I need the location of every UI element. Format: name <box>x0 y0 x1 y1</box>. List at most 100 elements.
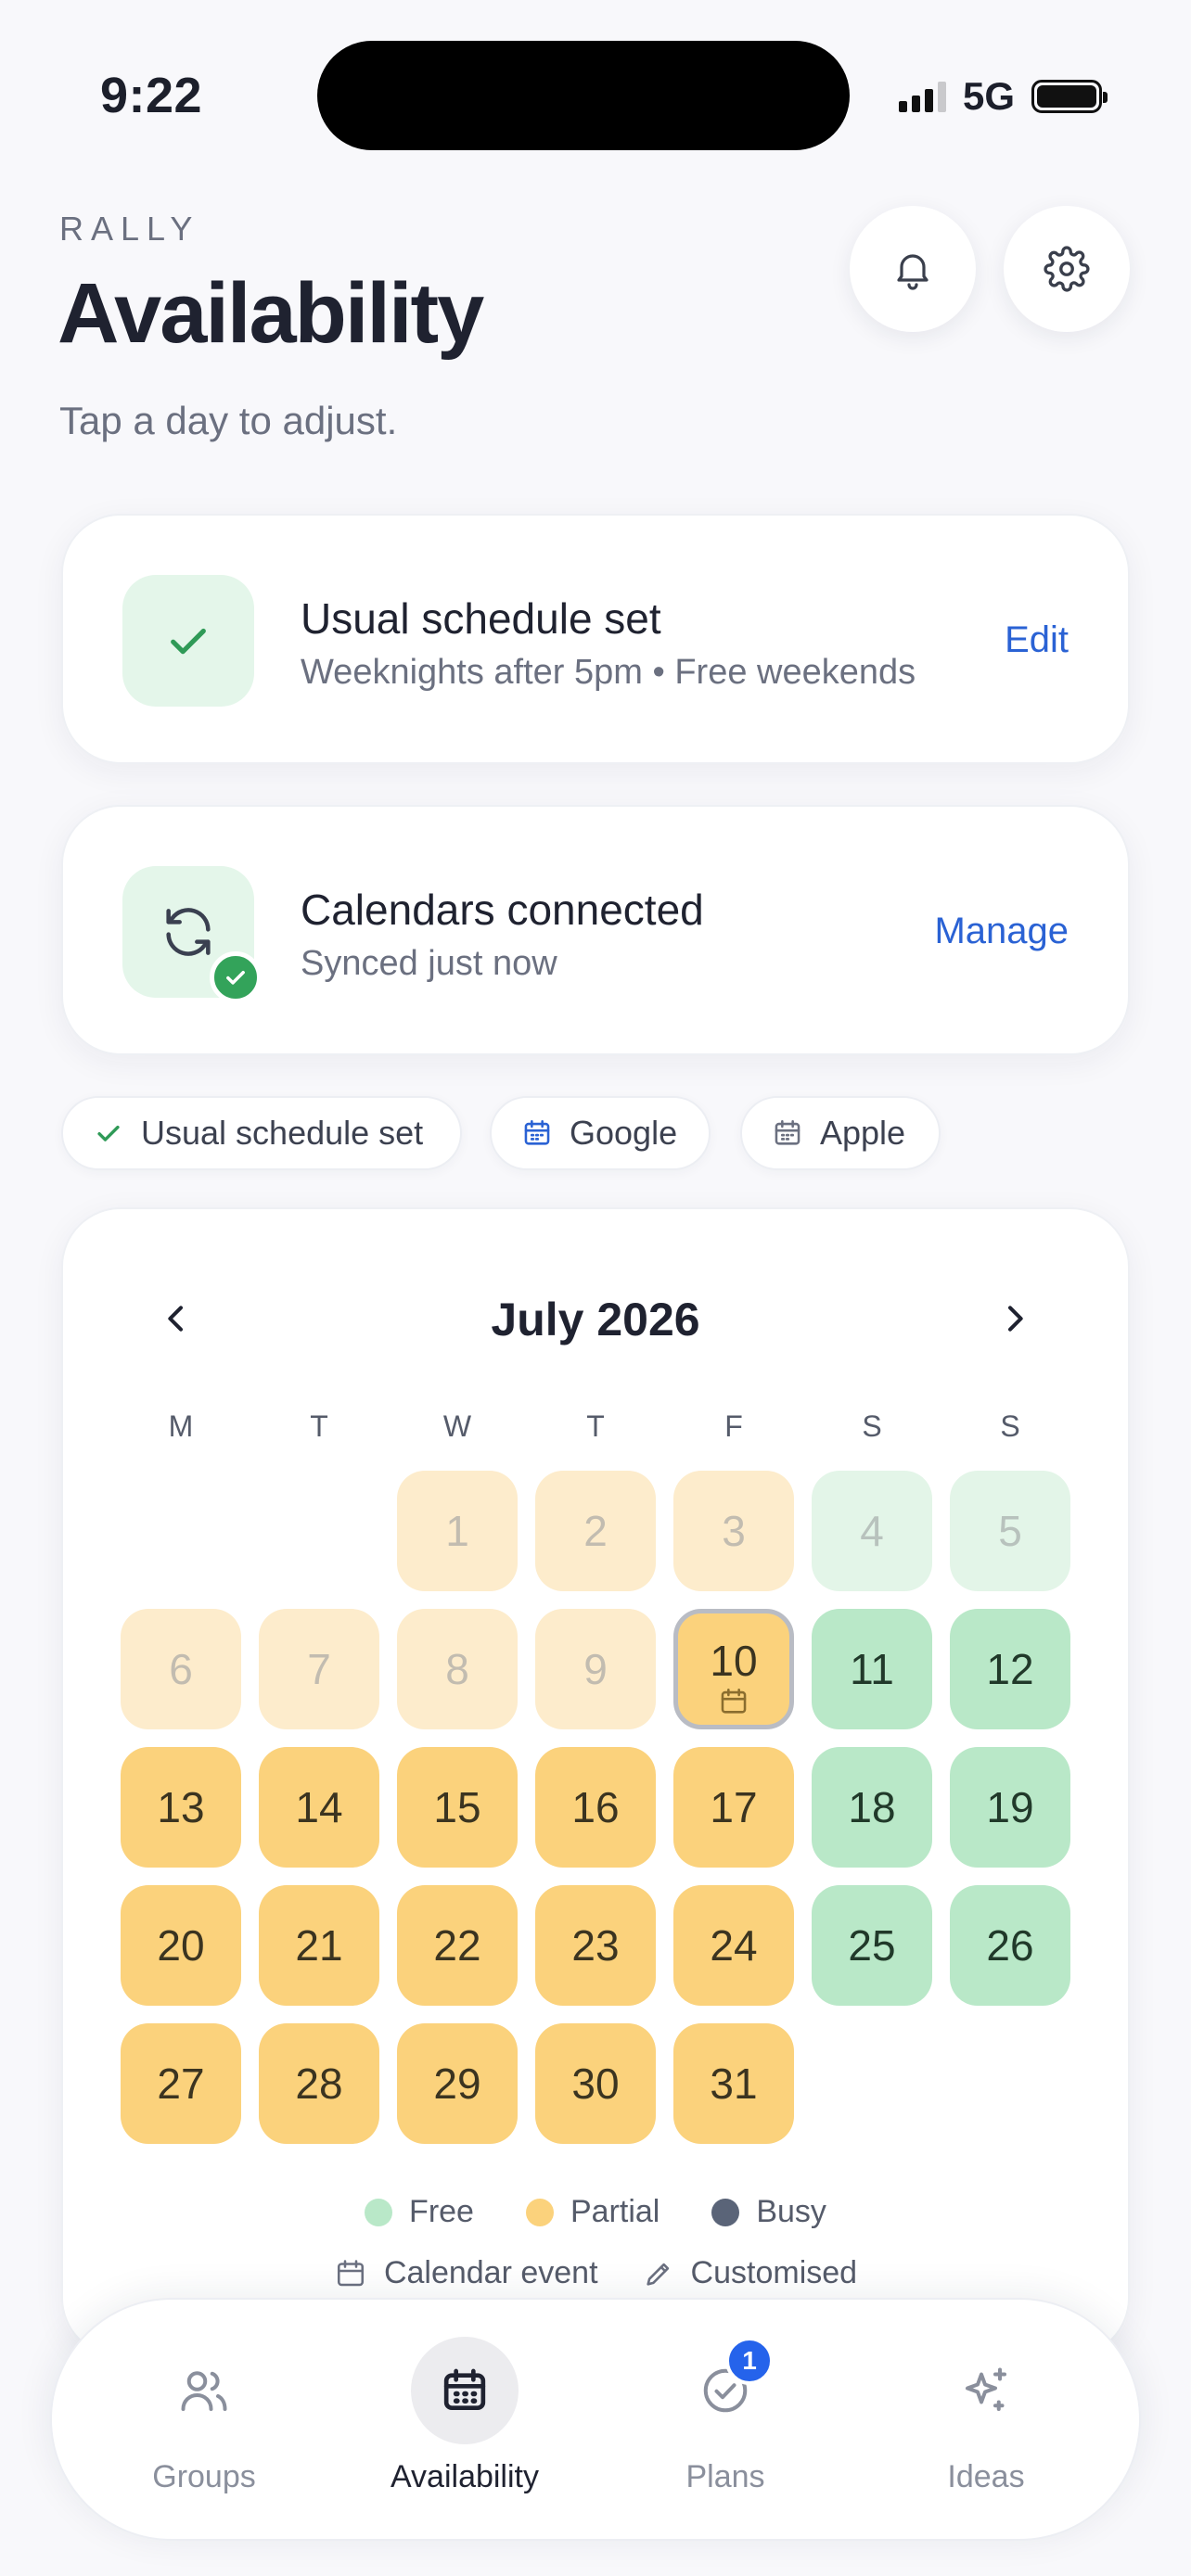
tab-availability[interactable]: Availability <box>353 2337 576 2495</box>
day-cell[interactable]: 5 <box>950 1471 1070 1591</box>
day-cell-today[interactable]: 10 <box>673 1609 794 1729</box>
day-cell[interactable]: 3 <box>673 1471 794 1591</box>
notifications-button[interactable] <box>850 206 976 332</box>
legend-customised: Customised <box>643 2255 858 2291</box>
day-cell[interactable]: 21 <box>259 1885 379 2006</box>
day-number: 31 <box>710 2060 758 2108</box>
chip-label: Usual schedule set <box>141 1114 424 1152</box>
day-number: 29 <box>433 2060 481 2108</box>
manage-calendars-link[interactable]: Manage <box>934 911 1069 952</box>
plans-badge: 1 <box>725 2337 774 2385</box>
legend-label: Partial <box>570 2194 660 2229</box>
legend-label: Free <box>409 2194 474 2229</box>
day-cell[interactable]: 13 <box>121 1747 241 1868</box>
settings-button[interactable] <box>1004 206 1130 332</box>
day-cell[interactable]: 14 <box>259 1747 379 1868</box>
day-cell[interactable]: 17 <box>673 1747 794 1868</box>
check-icon <box>226 971 245 985</box>
day-cell[interactable]: 6 <box>121 1609 241 1729</box>
day-cell[interactable]: 24 <box>673 1885 794 2006</box>
day-cell[interactable]: 16 <box>535 1747 656 1868</box>
weekday-label: T <box>310 1409 328 1443</box>
network-label: 5G <box>962 74 1015 118</box>
day-cell[interactable]: 31 <box>673 2023 794 2144</box>
day-cell[interactable]: 29 <box>397 2023 518 2144</box>
day-cell[interactable]: 20 <box>121 1885 241 2006</box>
day-cell[interactable]: 15 <box>397 1747 518 1868</box>
day-cell[interactable]: 2 <box>535 1471 656 1591</box>
calendar-icon <box>443 2368 486 2410</box>
marker-legend: Calendar event Customised <box>0 2255 1191 2291</box>
calendars-connected-card: Calendars connected Synced just now Mana… <box>61 805 1130 1055</box>
day-cell[interactable]: 30 <box>535 2023 656 2144</box>
chip-google[interactable]: Google <box>490 1096 711 1170</box>
calendar-event-icon <box>721 1688 747 1714</box>
weekday-label: M <box>168 1409 194 1443</box>
edit-schedule-link[interactable]: Edit <box>1005 619 1069 661</box>
calendar-icon <box>524 1119 550 1145</box>
legend-label: Customised <box>690 2255 858 2290</box>
page-title: Availability <box>58 266 484 361</box>
day-cell[interactable]: 23 <box>535 1885 656 2006</box>
day-cell[interactable]: 7 <box>259 1609 379 1729</box>
day-number: 17 <box>710 1783 758 1831</box>
day-number: 19 <box>986 1783 1034 1831</box>
day-cell[interactable]: 19 <box>950 1747 1070 1868</box>
day-number: 16 <box>571 1783 620 1831</box>
day-number: 28 <box>295 2060 343 2108</box>
day-number: 14 <box>295 1783 343 1831</box>
usual-schedule-card: Usual schedule set Weeknights after 5pm … <box>61 514 1130 764</box>
chip-label: Google <box>570 1114 678 1152</box>
day-number: 23 <box>571 1921 620 1970</box>
day-cell[interactable]: 4 <box>812 1471 932 1591</box>
day-number: 21 <box>295 1921 343 1970</box>
calendars-card-title: Calendars connected <box>301 886 704 934</box>
free-dot <box>365 2198 393 2226</box>
day-cell[interactable]: 26 <box>950 1885 1070 2006</box>
day-number: 3 <box>722 1507 746 1555</box>
day-number: 1 <box>445 1507 469 1555</box>
empty-day-cell <box>259 1471 379 1591</box>
chevron-right-icon <box>1008 1306 1023 1332</box>
check-icon <box>171 628 206 655</box>
day-cell[interactable]: 12 <box>950 1609 1070 1729</box>
day-number: 15 <box>433 1783 481 1831</box>
day-number: 26 <box>986 1921 1034 1970</box>
legend-calendar-event: Calendar event <box>334 2255 598 2291</box>
day-number: 2 <box>583 1507 608 1555</box>
calendar-days-grid: 1 2 3 4 5 6 7 8 9 10 11 12 13 14 15 16 17 18 19 20 21 22 23 24 2… <box>121 1471 1070 2144</box>
day-cell[interactable]: 11 <box>812 1609 932 1729</box>
day-number: 7 <box>307 1645 331 1693</box>
chip-usual-schedule[interactable]: Usual schedule set <box>61 1096 462 1170</box>
pencil-icon <box>646 2263 669 2286</box>
day-cell[interactable]: 25 <box>812 1885 932 2006</box>
next-month-button[interactable] <box>987 1291 1043 1346</box>
day-cell[interactable]: 9 <box>535 1609 656 1729</box>
weekday-label: W <box>442 1409 472 1443</box>
legend-label: Calendar event <box>383 2255 598 2290</box>
day-cell[interactable]: 22 <box>397 1885 518 2006</box>
day-number: 27 <box>157 2060 205 2108</box>
tab-icon-wrap <box>150 2337 258 2444</box>
weekday-label: F <box>724 1409 743 1443</box>
chip-apple[interactable]: Apple <box>740 1096 941 1170</box>
day-cell[interactable]: 28 <box>259 2023 379 2144</box>
legend-free: Free <box>365 2194 474 2230</box>
tab-ideas[interactable]: Ideas <box>875 2337 1097 2495</box>
day-number: 5 <box>998 1507 1022 1555</box>
day-number: 20 <box>157 1921 205 1970</box>
bell-icon <box>897 254 928 290</box>
day-cell[interactable]: 8 <box>397 1609 518 1729</box>
sync-icon <box>166 908 211 956</box>
gear-icon <box>1044 246 1090 292</box>
tab-groups[interactable]: Groups <box>93 2337 315 2495</box>
tab-icon-wrap: 1 <box>672 2337 779 2444</box>
status-time: 9:22 <box>100 68 203 123</box>
day-cell[interactable]: 18 <box>812 1747 932 1868</box>
battery-icon <box>1031 80 1108 113</box>
day-cell[interactable]: 27 <box>121 2023 241 2144</box>
chip-label: Apple <box>820 1114 906 1152</box>
tab-plans[interactable]: 1 Plans <box>614 2337 837 2495</box>
day-number: 6 <box>169 1645 193 1693</box>
day-cell[interactable]: 1 <box>397 1471 518 1591</box>
